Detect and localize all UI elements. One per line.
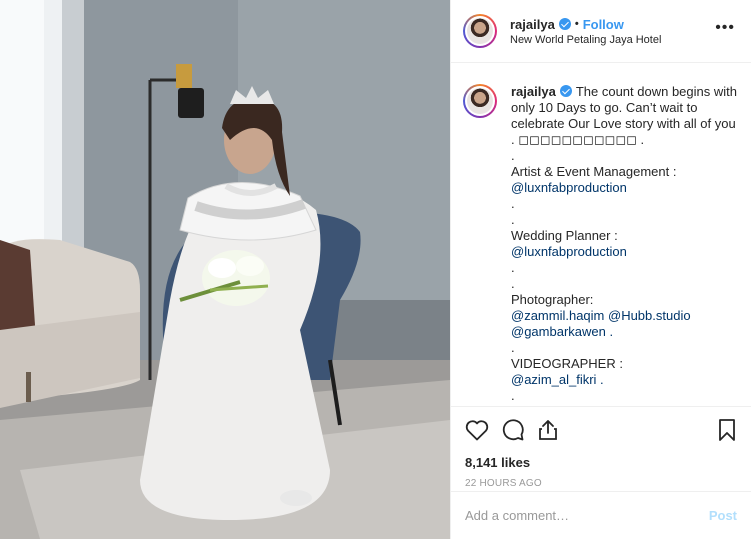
caption-line: . xyxy=(511,388,515,403)
caption-line: . xyxy=(511,340,515,355)
caption-text: rajailya The count down begins with only … xyxy=(511,84,739,406)
caption-line: . xyxy=(511,196,515,211)
caption-line: VIDEOGRAPHER : xyxy=(511,356,623,371)
likes-count[interactable]: 8,141 likes xyxy=(465,455,737,470)
post-location[interactable]: New World Petaling Jaya Hotel xyxy=(510,34,715,46)
caption-line: Artist & Event Management : xyxy=(511,164,677,179)
post-comment-button[interactable]: Post xyxy=(709,508,737,523)
caption-line: rajailya The count down begins with only … xyxy=(511,84,737,147)
author-username[interactable]: rajailya xyxy=(510,17,555,32)
instagram-post: rajailya • Follow New World Petaling Jay… xyxy=(0,0,751,539)
caption-line: . xyxy=(511,212,515,227)
mention-link[interactable]: @luxnfabproduction xyxy=(511,180,739,196)
mention-link[interactable]: @gambarkawen . xyxy=(511,324,739,340)
mention-link[interactable]: @luxnfabproduction xyxy=(511,244,739,260)
caption-line: . xyxy=(511,260,515,275)
caption-username[interactable]: rajailya xyxy=(511,84,556,99)
avatar-image xyxy=(467,88,493,114)
author-avatar[interactable] xyxy=(463,14,497,48)
mention-link[interactable]: @azim_al_fikri . xyxy=(511,372,739,388)
bride-photo-illustration xyxy=(0,0,450,539)
more-options-icon[interactable]: ••• xyxy=(715,19,735,43)
comment-bar: Post xyxy=(451,491,751,539)
caption-line: . xyxy=(511,276,515,291)
comment-icon[interactable] xyxy=(501,418,525,442)
verified-badge-icon xyxy=(558,18,571,30)
caption-line: . xyxy=(511,148,515,163)
bookmark-icon[interactable] xyxy=(717,418,737,442)
caption-line: Photographer: xyxy=(511,292,594,307)
caption-line: Wedding Planner : xyxy=(511,228,618,243)
share-icon[interactable] xyxy=(537,418,559,442)
heart-icon[interactable] xyxy=(465,419,489,441)
comment-input[interactable] xyxy=(465,508,709,523)
author-info: rajailya • Follow New World Petaling Jay… xyxy=(510,17,715,46)
avatar-image xyxy=(467,18,493,44)
post-header: rajailya • Follow New World Petaling Jay… xyxy=(451,0,751,63)
verified-badge-icon xyxy=(559,85,572,97)
separator-dot: • xyxy=(574,18,579,30)
post-actions: 8,141 likes 22 HOURS AGO xyxy=(451,406,751,489)
caption-section: rajailya The count down begins with only … xyxy=(451,64,751,406)
caption-author-avatar[interactable] xyxy=(463,84,497,118)
post-photo[interactable] xyxy=(0,0,450,539)
post-details-panel: rajailya • Follow New World Petaling Jay… xyxy=(450,0,751,539)
follow-button[interactable]: Follow xyxy=(583,17,624,32)
post-timestamp[interactable]: 22 HOURS AGO xyxy=(465,478,737,489)
mention-link[interactable]: @zammil.haqim @Hubb.studio xyxy=(511,308,739,324)
